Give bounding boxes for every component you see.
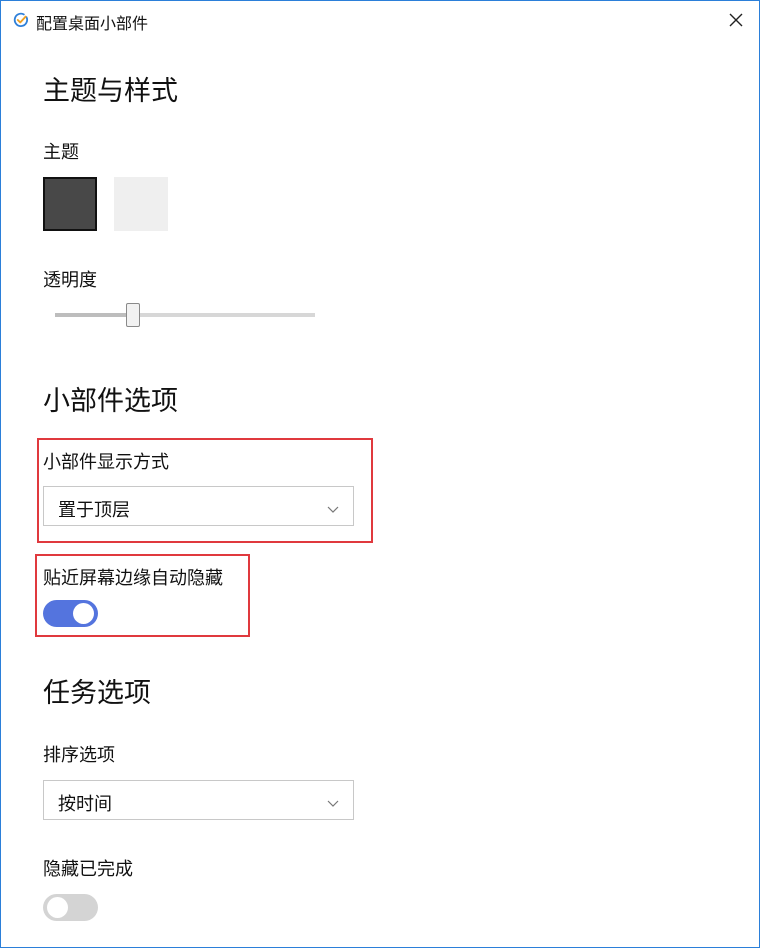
widget-section-title: 小部件选项	[43, 386, 178, 417]
theme-swatch-dark[interactable]	[43, 177, 97, 231]
theme-label: 主题	[43, 142, 79, 163]
auto-hide-label: 贴近屏幕边缘自动隐藏	[43, 568, 223, 589]
opacity-slider-fill	[55, 313, 133, 317]
title-bar: 配置桌面小部件	[1, 1, 759, 41]
window-title: 配置桌面小部件	[36, 14, 149, 33]
toggle-knob	[73, 603, 94, 624]
opacity-slider-thumb[interactable]	[126, 303, 140, 327]
task-section-title: 任务选项	[43, 678, 151, 709]
auto-hide-toggle[interactable]	[43, 600, 98, 627]
sort-label: 排序选项	[43, 745, 115, 766]
chevron-down-icon	[327, 500, 339, 513]
display-mode-label: 小部件显示方式	[43, 452, 169, 473]
hide-completed-toggle[interactable]	[43, 894, 98, 921]
chevron-down-icon	[327, 794, 339, 807]
sort-select[interactable]: 按时间	[43, 780, 354, 820]
toggle-knob	[47, 897, 68, 918]
display-mode-select[interactable]: 置于顶层	[43, 486, 354, 526]
hide-completed-label: 隐藏已完成	[43, 859, 133, 880]
theme-swatch-light[interactable]	[114, 177, 168, 231]
display-mode-value: 置于顶层	[58, 500, 130, 521]
close-button[interactable]	[713, 1, 759, 41]
opacity-label: 透明度	[43, 270, 97, 291]
opacity-slider-track[interactable]	[55, 313, 315, 317]
close-icon	[729, 12, 743, 31]
check-circle-icon	[13, 12, 29, 28]
settings-window: 配置桌面小部件 主题与样式 主题 透明度 小部件选项 小部件显示方式 置于顶层 …	[0, 0, 760, 948]
sort-value: 按时间	[58, 794, 112, 815]
theme-section-title: 主题与样式	[43, 76, 178, 107]
